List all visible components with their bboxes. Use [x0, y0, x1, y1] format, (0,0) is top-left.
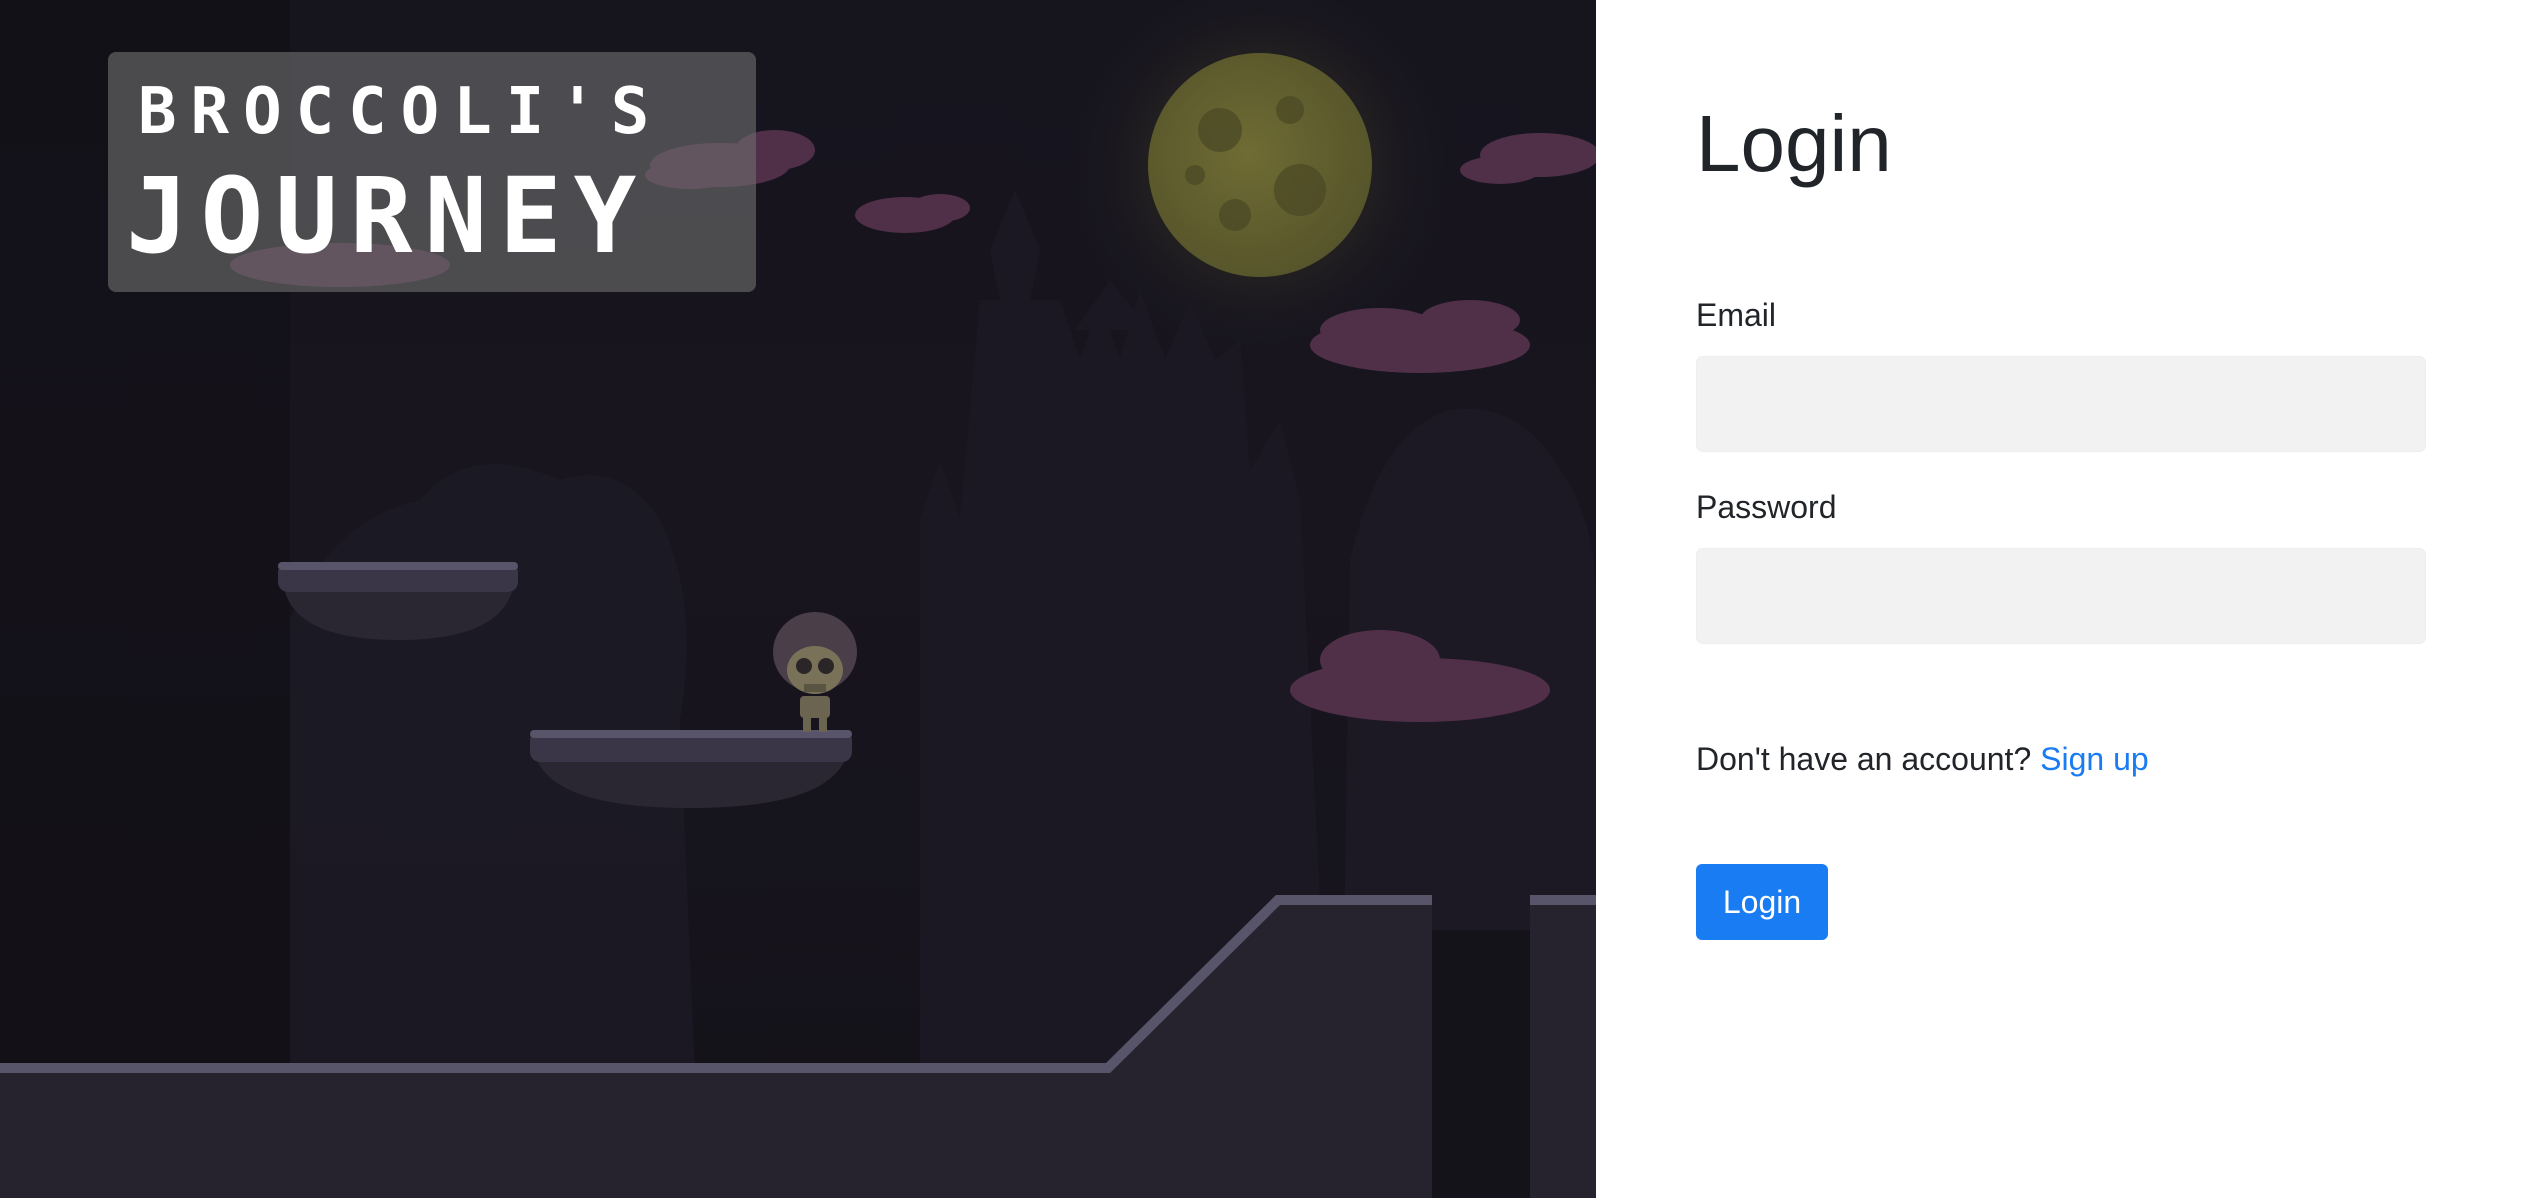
email-label: Email: [1696, 297, 1777, 333]
skeleton-character: [773, 612, 857, 732]
login-page: BROCCOLI'S JOURNEY Login Email Password …: [0, 0, 2526, 1198]
game-scene-background: BROCCOLI'S JOURNEY: [0, 0, 1596, 1198]
password-field[interactable]: [1696, 548, 2426, 644]
login-button[interactable]: Login: [1696, 864, 1828, 940]
game-logo: BROCCOLI'S JOURNEY: [108, 52, 756, 292]
moon: [1148, 53, 1372, 277]
signup-prompt-text: Don't have an account?: [1696, 741, 2041, 777]
login-panel: Login Email Password Don't have an accou…: [1596, 0, 2526, 1198]
signup-prompt: Don't have an account? Sign up: [1696, 740, 2149, 778]
page-title: Login: [1696, 99, 1892, 188]
email-field[interactable]: [1696, 356, 2426, 452]
signup-link[interactable]: Sign up: [2040, 741, 2149, 777]
logo-title-line2: JOURNEY: [126, 155, 649, 277]
logo-title-line1: BROCCOLI'S: [138, 75, 664, 149]
password-label: Password: [1696, 489, 1837, 525]
